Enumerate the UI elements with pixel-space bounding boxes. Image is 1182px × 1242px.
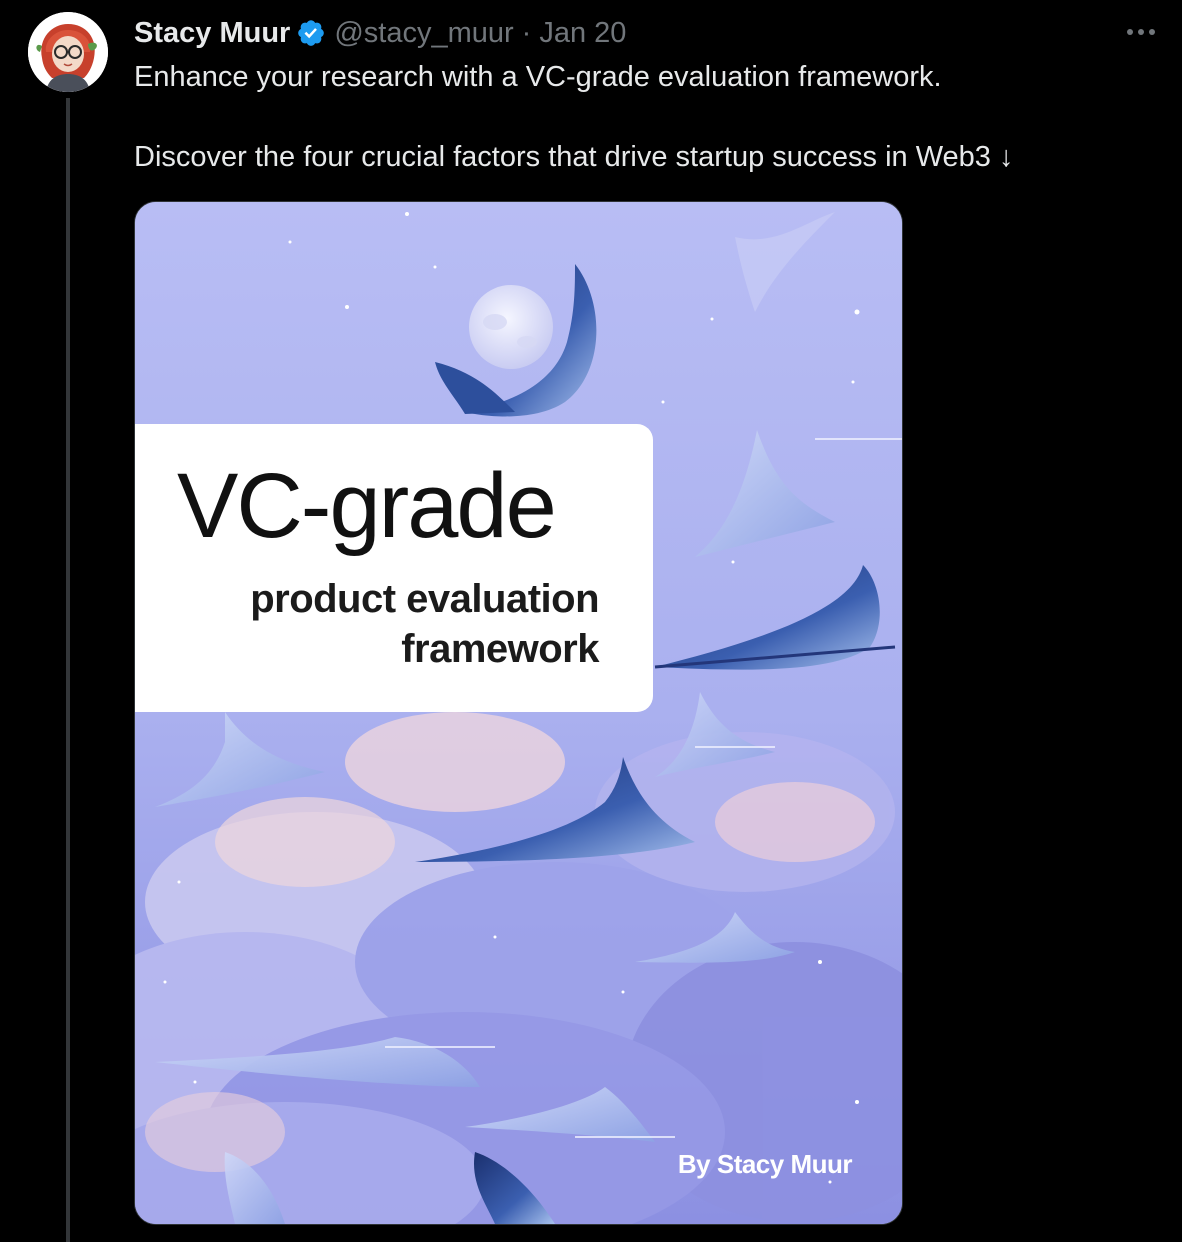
tweet-text: Enhance your research with a VC-grade ev… [134, 58, 1154, 176]
avatar[interactable] [28, 12, 108, 92]
thread-line [66, 98, 70, 1242]
tweet-media-image[interactable]: VC-grade product evaluation framework By… [134, 201, 903, 1225]
more-options-icon[interactable] [1124, 22, 1158, 42]
header-separator: · [521, 16, 532, 49]
media-title: VC-grade [177, 455, 557, 557]
avatar-illustration-icon [28, 12, 108, 92]
tweet-text-line-2: Discover the four crucial factors that d… [134, 141, 1014, 173]
media-subtitle: product evaluation framework [250, 574, 599, 674]
author-display-name[interactable]: Stacy Muur [134, 17, 290, 50]
title-card: VC-grade product evaluation framework [135, 424, 653, 712]
media-byline: By Stacy Muur [677, 1149, 853, 1179]
tweet-text-line-1: Enhance your research with a VC-grade ev… [134, 61, 942, 93]
tweet-header: Stacy Muur @stacy_muur · Jan 20 [134, 14, 626, 52]
media-subtitle-line-2: framework [401, 627, 599, 671]
tweet[interactable]: Stacy Muur @stacy_muur · Jan 20 Enhance … [0, 0, 1182, 1242]
media-subtitle-line-1: product evaluation [250, 577, 599, 621]
author-handle[interactable]: @stacy_muur [334, 17, 513, 50]
manta-ray-artwork [135, 202, 902, 1224]
verified-badge-icon[interactable] [296, 18, 326, 48]
tweet-date[interactable]: Jan 20 [539, 17, 626, 50]
